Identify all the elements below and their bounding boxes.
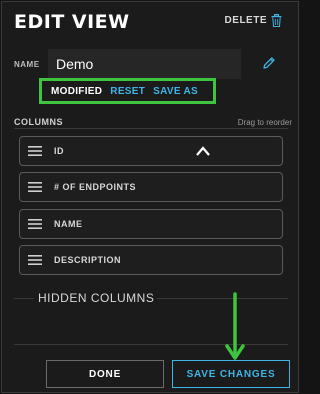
delete-button[interactable]: DELETE [225, 14, 282, 27]
divider [14, 128, 288, 129]
chevron-up-icon[interactable] [195, 145, 211, 157]
column-label: NAME [54, 219, 83, 229]
delete-label: DELETE [224, 15, 267, 26]
done-button[interactable]: DONE [46, 360, 164, 388]
column-row-id[interactable]: ID [19, 136, 283, 166]
drag-handle-icon[interactable] [28, 255, 42, 265]
drag-hint: Drag to reorder [237, 118, 292, 127]
arrow-down-icon [225, 292, 245, 360]
modified-label: MODIFIED [51, 85, 103, 97]
name-input[interactable] [48, 49, 241, 79]
divider [14, 344, 288, 345]
name-label: NAME [14, 60, 40, 69]
drag-handle-icon[interactable] [28, 182, 42, 192]
save-as-button[interactable]: SAVE AS [153, 86, 198, 97]
columns-heading: COLUMNS [14, 117, 63, 127]
column-row-endpoints[interactable]: # OF ENDPOINTS [19, 172, 283, 202]
unsaved-status-bar: MODIFIED RESET SAVE AS [39, 78, 216, 104]
reset-button[interactable]: RESET [110, 86, 145, 97]
column-label: DESCRIPTION [54, 255, 122, 265]
page-title: EDIT VIEW [14, 11, 130, 33]
divider [157, 298, 288, 299]
divider [14, 298, 34, 299]
trash-icon [271, 14, 282, 27]
pencil-icon[interactable] [262, 56, 276, 70]
drag-handle-icon[interactable] [28, 146, 42, 156]
drag-handle-icon[interactable] [28, 219, 42, 229]
column-label: ID [54, 146, 64, 156]
column-label: # OF ENDPOINTS [54, 182, 137, 192]
column-row-description[interactable]: DESCRIPTION [19, 245, 283, 275]
column-row-name[interactable]: NAME [19, 209, 283, 239]
hidden-columns-heading: HIDDEN COLUMNS [38, 291, 155, 305]
edit-view-panel: EDIT VIEW DELETE NAME MODIFIED RESET SAV… [1, 1, 299, 393]
